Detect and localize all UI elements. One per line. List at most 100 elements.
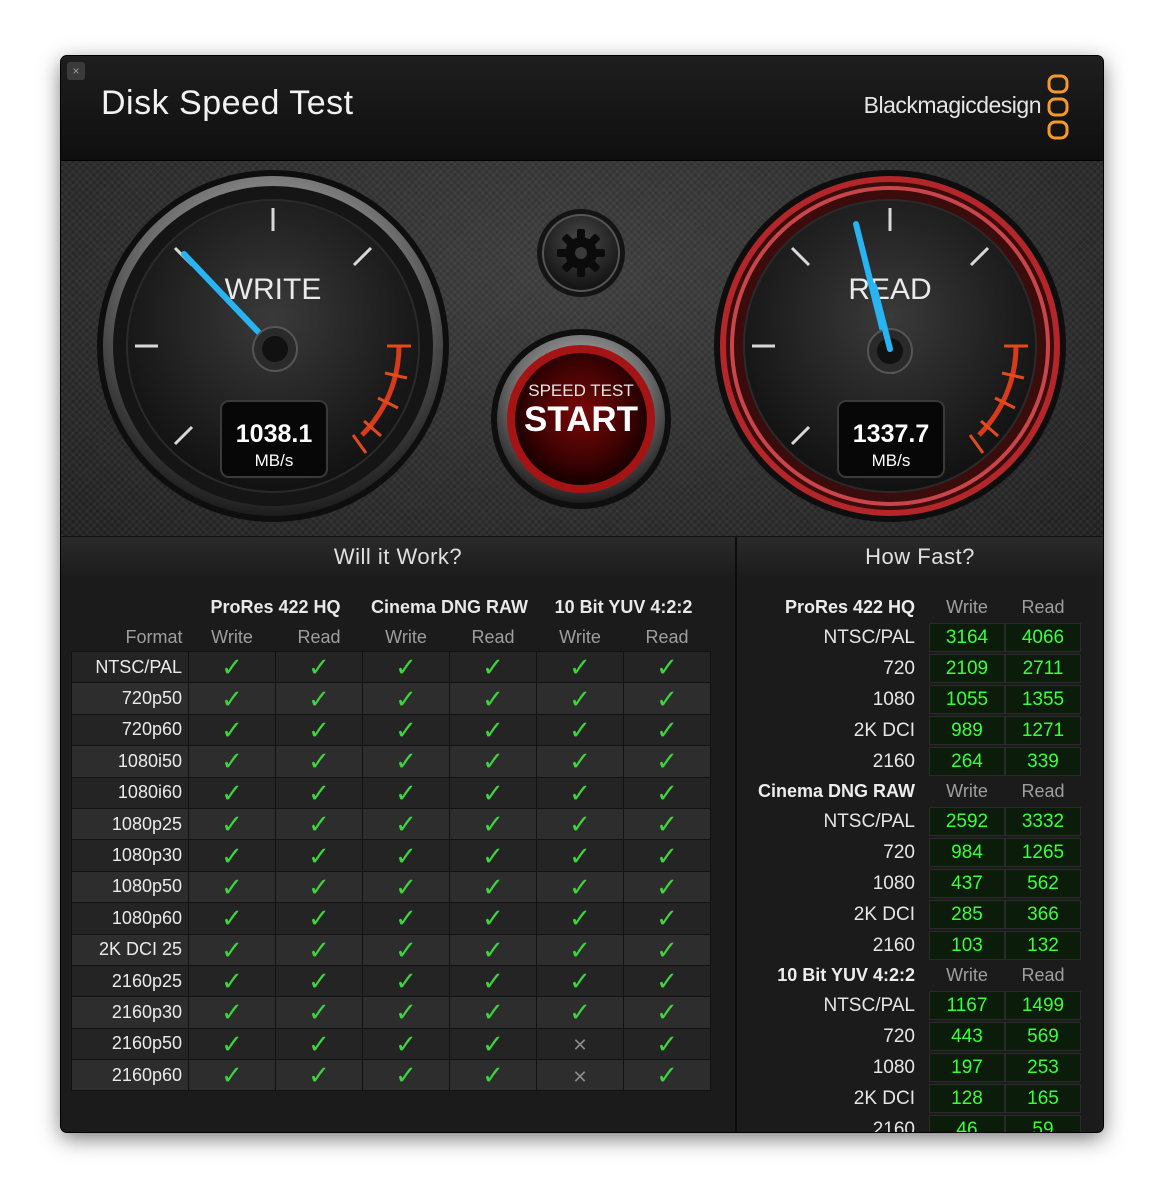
result-cell: ✓ [188, 933, 276, 966]
checkmark-icon: ✓ [395, 871, 417, 902]
write-column-header: Write [946, 965, 988, 985]
format-label: 720 [883, 841, 915, 863]
write-speed-unit: MB/s [255, 451, 294, 470]
table-row: 2160p50 ✓ ✓ ✓ ✓ ✕ ✓ [71, 1027, 711, 1061]
result-cell: ✓ [536, 682, 624, 715]
result-cell: ✓ [275, 1027, 363, 1061]
checkmark-icon: ✓ [569, 934, 591, 965]
checkmark-icon: ✓ [482, 997, 504, 1028]
result-cell: ✓ [188, 964, 276, 998]
result-cell: ✓ [536, 745, 624, 778]
result-cell: ✓ [188, 902, 276, 935]
checkmark-icon: ✓ [482, 746, 504, 777]
result-cell: ✓ [188, 996, 276, 1029]
checkmark-icon: ✓ [569, 840, 591, 871]
read-column-header: Read [1021, 597, 1065, 617]
checkmark-icon: ✓ [221, 840, 243, 871]
group-header: Cinema DNG RAW [370, 596, 529, 617]
read-gauge: READ 1337.7 MB/s [714, 170, 1066, 522]
format-label: 2160p25 [71, 964, 189, 998]
result-cell: ✓ [188, 776, 276, 809]
result-cell: ✓ [449, 933, 537, 966]
result-cell: ✓ [449, 839, 537, 872]
checkmark-icon: ✓ [221, 903, 243, 934]
settings-button[interactable] [537, 209, 625, 297]
format-label: 2K DCI [853, 719, 915, 741]
result-cell: ✓ [536, 996, 624, 1029]
format-label: NTSC/PAL [823, 994, 915, 1016]
result-cell: ✓ [623, 870, 711, 904]
result-cell: ✓ [449, 1059, 537, 1092]
start-button-label: START [524, 400, 638, 439]
read-fps-value: 1265 [1005, 838, 1081, 867]
result-cell: ✓ [362, 745, 450, 778]
format-label: 2K DCI [853, 1087, 915, 1109]
checkmark-icon: ✓ [221, 1060, 243, 1091]
checkmark-icon: ✓ [395, 1028, 417, 1059]
checkmark-icon: ✓ [308, 966, 330, 997]
table-row: NTSC/PAL ✓ ✓ ✓ ✓ ✓ ✓ [71, 650, 711, 684]
format-label: 1080p30 [71, 839, 189, 872]
result-cell: ✓ [623, 933, 711, 966]
group-header: ProRes 422 HQ [210, 596, 341, 617]
checkmark-icon: ✓ [569, 746, 591, 777]
result-cell: ✓ [362, 650, 450, 684]
read-fps-value: 59 [1005, 1115, 1081, 1132]
read-fps-value: 1271 [1005, 716, 1081, 745]
write-fps-value: 2109 [929, 654, 1005, 683]
table-row: 2K DCI 989 1271 [737, 716, 1081, 745]
checkmark-icon: ✓ [221, 871, 243, 902]
result-cell: ✓ [362, 682, 450, 715]
checkmark-icon: ✓ [482, 966, 504, 997]
checkmark-icon: ✓ [308, 997, 330, 1028]
result-cell: ✕ [536, 1059, 624, 1092]
result-cell: ✓ [623, 745, 711, 778]
checkmark-icon: ✓ [221, 714, 243, 745]
checkmark-icon: ✓ [395, 903, 417, 934]
format-label: 1080i50 [71, 745, 189, 778]
write-column-header: Write [211, 626, 253, 647]
checkmark-icon: ✓ [308, 777, 330, 808]
checkmark-icon: ✓ [221, 777, 243, 808]
checkmark-icon: ✓ [656, 683, 678, 714]
checkmark-icon: ✓ [656, 1028, 678, 1059]
read-fps-value: 339 [1005, 747, 1081, 776]
write-fps-value: 1167 [929, 991, 1005, 1020]
format-label: 2160p30 [71, 996, 189, 1029]
result-cell: ✓ [536, 650, 624, 684]
result-cell: ✓ [275, 713, 363, 747]
result-cell: ✓ [362, 839, 450, 872]
table-row: 720 443 569 [737, 1022, 1081, 1051]
read-gauge-label: READ [848, 273, 931, 306]
write-fps-value: 103 [929, 931, 1005, 960]
close-icon: × [72, 64, 80, 78]
format-label: NTSC/PAL [71, 650, 189, 684]
checkmark-icon: ✓ [482, 809, 504, 840]
table-row: 720p60 ✓ ✓ ✓ ✓ ✓ ✓ [71, 713, 711, 747]
how-fast-heading: How Fast? [737, 537, 1103, 577]
result-cell: ✕ [536, 1027, 624, 1061]
checkmark-icon: ✓ [656, 777, 678, 808]
format-label: NTSC/PAL [823, 626, 915, 648]
format-label: 720p50 [71, 682, 189, 715]
result-cell: ✓ [188, 870, 276, 904]
will-it-work-heading: Will it Work? [61, 537, 735, 577]
result-cell: ✓ [449, 964, 537, 998]
result-cell: ✓ [362, 1059, 450, 1092]
read-fps-value: 253 [1005, 1053, 1081, 1082]
group-header-row: ProRes 422 HQ Write Read [737, 594, 1081, 621]
result-cell: ✓ [275, 776, 363, 809]
checkmark-icon: ✓ [308, 840, 330, 871]
close-button[interactable]: × [67, 62, 85, 80]
title-bar: × Disk Speed Test Blackmagicdesign [61, 56, 1103, 161]
checkmark-icon: ✓ [482, 1028, 504, 1059]
checkmark-icon: ✓ [308, 652, 330, 683]
write-column-header: Write [946, 597, 988, 617]
write-column-header: Write [559, 626, 601, 647]
format-label: 1080p60 [71, 902, 189, 935]
format-label: NTSC/PAL [823, 810, 915, 832]
table-row: 2K DCI 25 ✓ ✓ ✓ ✓ ✓ ✓ [71, 933, 711, 966]
start-button[interactable]: SPEED TEST START [491, 329, 671, 509]
result-cell: ✓ [623, 713, 711, 747]
table-row: 1080p50 ✓ ✓ ✓ ✓ ✓ ✓ [71, 870, 711, 904]
